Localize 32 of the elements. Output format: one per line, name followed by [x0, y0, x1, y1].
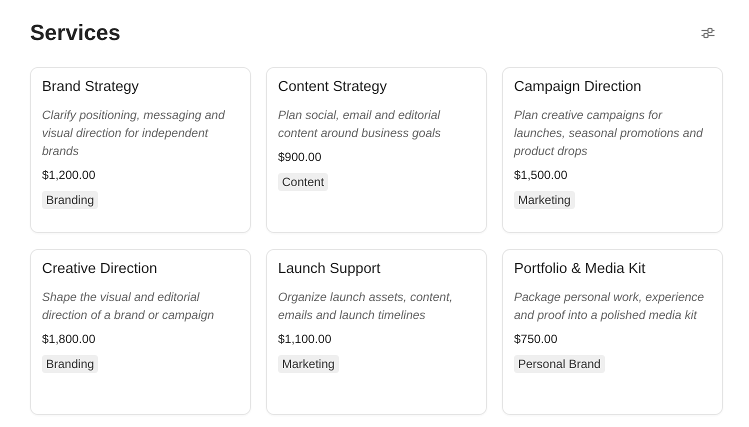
- settings-icon[interactable]: [699, 25, 717, 41]
- service-price: $1,500.00: [514, 168, 568, 182]
- service-price: $750.00: [514, 332, 558, 346]
- service-name: Portfolio & Media Kit: [514, 261, 646, 277]
- service-card[interactable]: Campaign Direction Plan creative campaigns for launches, seasonal promotions and product drops $1,500.00 Marketing: [502, 67, 723, 233]
- service-name: Launch Support: [278, 261, 382, 277]
- category-tag: Marketing: [278, 355, 339, 373]
- service-card[interactable]: Brand Strategy Clarify positioning, messaging and visual direction for independent brands $1,200.00 Branding: [30, 67, 251, 233]
- service-description: Clarify positioning, messaging and visual direction for independent brands: [42, 107, 226, 160]
- page-title: Services: [30, 20, 121, 46]
- category-tag: Content: [278, 173, 328, 191]
- category-tag: Branding: [42, 191, 98, 209]
- service-price: $1,200.00: [42, 168, 96, 182]
- service-price: $1,100.00: [278, 332, 332, 346]
- service-name: Content Strategy: [278, 79, 388, 95]
- service-card[interactable]: Portfolio & Media Kit Package personal work, experience and proof into a polished media kit $750.00 Personal Brand: [502, 249, 723, 415]
- category-tag: Personal Brand: [514, 355, 605, 373]
- service-name: Creative Direction: [42, 261, 158, 277]
- service-description: Plan social, email and editorial content around business goals: [278, 107, 442, 142]
- service-price: $1,800.00: [42, 332, 96, 346]
- service-description: Package personal work, experience and proof into a polished media kit: [514, 289, 706, 324]
- service-card[interactable]: Launch Support Organize launch assets, content, emails and launch timelines $1,100.00 Marketing: [266, 249, 487, 415]
- service-description: Organize launch assets, content, emails and launch timelines: [278, 289, 454, 324]
- category-tag: Marketing: [514, 191, 575, 209]
- service-price: $900.00: [278, 150, 322, 164]
- service-name: Brand Strategy: [42, 79, 140, 95]
- service-card[interactable]: Content Strategy Plan social, email and editorial content around business goals $900.00 Content: [266, 67, 487, 233]
- service-name: Campaign Direction: [514, 79, 642, 95]
- service-description: Shape the visual and editorial direction of a brand or campaign: [42, 289, 216, 324]
- category-tag: Branding: [42, 355, 98, 373]
- service-card[interactable]: Creative Direction Shape the visual and editorial direction of a brand or campaign $1,800.00 Branding: [30, 249, 251, 415]
- service-description: Plan creative campaigns for launches, seasonal promotions and product drops: [514, 107, 704, 160]
